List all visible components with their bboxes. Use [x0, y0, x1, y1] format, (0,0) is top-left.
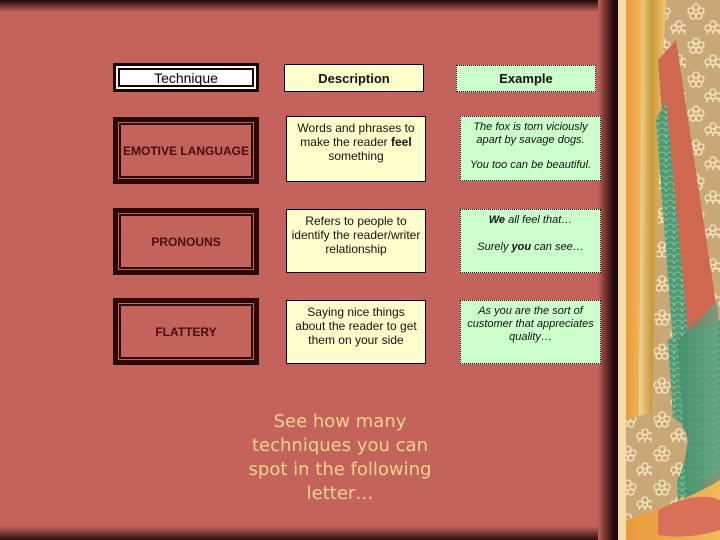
example-emphasis: you: [511, 241, 532, 253]
description-text: Saying nice things about the reader to g…: [295, 305, 417, 347]
footer-prompt: See how many techniques you can spot in …: [248, 411, 432, 504]
description-text: Words and phrases to make the reader fee…: [291, 121, 421, 163]
technique-label: PRONOUNS: [151, 234, 221, 249]
bottom-bevel: [0, 526, 618, 540]
description-text-part: something: [328, 149, 384, 163]
technique-cell-pronouns: PRONOUNS: [113, 208, 259, 275]
example-line: Surely you can see…: [477, 241, 583, 254]
description-cell-emotive-language: Words and phrases to make the reader fee…: [286, 116, 426, 182]
description-text: Refers to people to identify the reader/…: [291, 214, 421, 256]
example-cell-flattery: As you are the sort of customer that app…: [460, 300, 601, 364]
technique-header: Technique: [113, 63, 259, 92]
example-line: We all feel that…: [489, 214, 573, 227]
technique-label: FLATTERY: [155, 324, 217, 339]
decorative-art-panel: [618, 0, 720, 540]
description-header: Description: [284, 64, 424, 92]
example-text-part: Surely: [477, 241, 512, 253]
technique-label: EMOTIVE LANGUAGE: [122, 143, 249, 158]
description-emphasis: feel: [391, 135, 412, 149]
example-cell-pronouns: We all feel that… Surely you can see…: [460, 209, 601, 273]
description-header-label: Description: [318, 70, 390, 86]
example-emphasis: We: [488, 214, 506, 226]
description-cell-flattery: Saying nice things about the reader to g…: [286, 300, 426, 364]
technique-header-label: Technique: [154, 69, 218, 86]
example-header-label: Example: [499, 71, 553, 86]
top-bevel: [0, 0, 618, 12]
example-line: The fox is torn viciously apart by savag…: [473, 121, 588, 146]
example-line: As you are the sort of customer that app…: [467, 305, 594, 343]
example-line: You too can be beautiful.: [469, 159, 592, 171]
technique-cell-emotive-language: EMOTIVE LANGUAGE: [113, 117, 259, 184]
example-text-part: can see…: [531, 241, 584, 253]
technique-cell-flattery: FLATTERY: [113, 298, 259, 365]
example-header: Example: [456, 65, 596, 92]
example-cell-emotive-language: The fox is torn viciously apart by savag…: [460, 116, 601, 181]
right-bevel: [598, 0, 618, 540]
example-text-part: all feel that…: [505, 214, 573, 226]
description-cell-pronouns: Refers to people to identify the reader/…: [286, 209, 426, 273]
kimono-pattern-illustration: [618, 0, 720, 540]
